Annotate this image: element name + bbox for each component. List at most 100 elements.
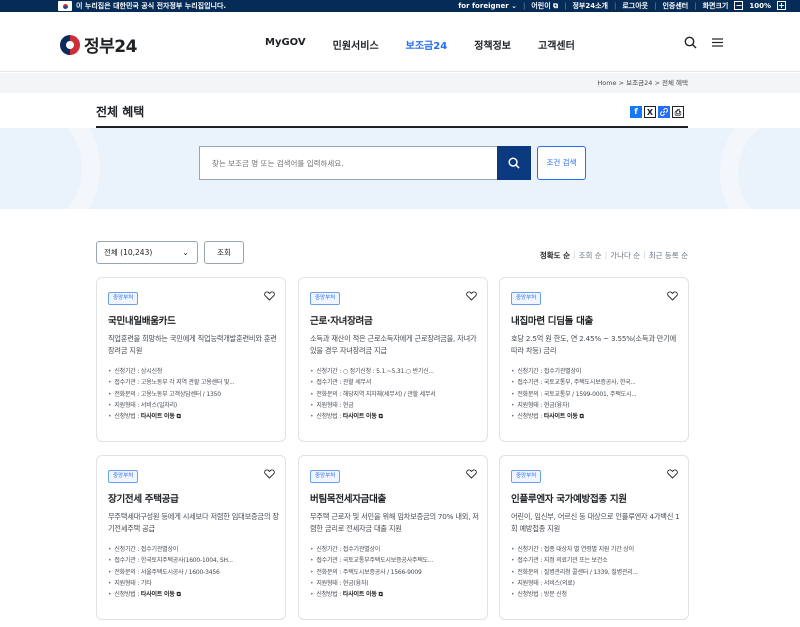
sort-views[interactable]: 조회 순 [579,250,602,261]
breadcrumb-home[interactable]: Home [597,79,616,87]
filter-submit-button[interactable]: 조회 [204,241,244,264]
info-value: 접수기관별상이 [543,368,582,375]
kids-link[interactable]: 어린이 ⧉ [531,0,558,12]
gov-notice-text: 이 누리집은 대한민국 공식 전자정부 누리집입니다. [76,2,227,10]
nav-civil-service[interactable]: 민원서비스 [333,37,379,52]
info-label: 신청방법 [114,413,136,421]
info-label: 지원형태 [517,579,539,587]
info-value: 현금(융자) [342,579,369,587]
benefit-card[interactable]: 중앙부처 인플루엔자 국가예방접종 지원 어린이, 임신부, 어르신 등 대상으로 … [499,455,689,620]
benefit-info-item: 신청방법 : 타사이트 이동 ⧉ [511,411,683,422]
external-site-link[interactable]: 타사이트 이동 ⧉ [141,413,181,420]
benefit-info-item: 신청기간 : 접수기관별상이 [511,366,683,377]
info-label: 신청방법 [517,591,539,599]
info-label: 지원형태 [114,579,136,587]
info-label: 전화문의 [517,568,539,576]
heart-icon[interactable] [667,290,678,304]
nav-subsidy24[interactable]: 보조금24 [406,37,448,52]
cert-center-link[interactable]: 인증센터 [662,0,688,12]
link-copy-icon[interactable] [658,106,670,118]
benefit-info-item: 신청기간 : ○ 정기신청 : 5.1.~5.31.○ 반기신... [310,366,482,377]
heart-icon[interactable] [466,468,477,482]
info-value: 현금(융자) [543,401,570,409]
breadcrumb-subsidy24[interactable]: 보조금24 [626,79,652,87]
search-box [199,146,531,180]
facebook-share-icon[interactable]: f [630,106,642,118]
sort-alphabetical[interactable]: 가나다 순 [610,250,640,261]
info-label: 신청방법 [316,413,338,421]
logout-link[interactable]: 로그아웃 [622,0,648,12]
heart-icon[interactable] [466,290,477,304]
search-button[interactable] [497,146,531,180]
benefit-card[interactable]: 중앙부처 내집마련 디딤돌 대출 호당 2.5억 원 한도, 연 2.45% ~ 3… [499,277,689,442]
info-label: 신청기간 [114,368,136,375]
external-site-link[interactable]: 타사이트 이동 ⧉ [343,591,383,598]
agency-badge: 중앙부처 [108,470,139,483]
nav-policy-info[interactable]: 정책정보 [474,37,511,52]
divider: | [604,250,608,259]
page-title-row: 전체 혜택 f X ⎙ [96,100,688,128]
category-select[interactable]: 전체 (10,243) ⌄ [96,241,198,264]
info-value: 고용노동부 각 지역 관할 고용센터 및... [140,379,235,387]
benefit-info-item: 전화문의 : 국토교통부 / 1599-0001, 주택도시... [511,389,683,400]
search-input[interactable] [200,147,496,179]
print-icon[interactable]: ⎙ [672,106,684,118]
benefit-info-item: 지원형태 : 현금(융자) [310,578,482,589]
benefit-card[interactable]: 중앙부처 근로·자녀장려금 소득과 재산이 적은 근로소득자에게 근로장려금을, 자… [298,277,488,442]
info-label: 접수기관 [316,379,338,387]
benefit-info-item: 지원형태 : 현금 [310,400,482,411]
external-site-link[interactable]: 타사이트 이동 ⧉ [343,413,383,420]
x-share-icon[interactable]: X [644,106,656,118]
about-link[interactable]: 정부24소개 [572,0,608,12]
benefit-info-list: 신청기간 : 접수기관별상이접수기관 : 국토교통부, 주택도시보증공사, 한국… [511,366,683,422]
info-value: 현금 [342,401,354,409]
heart-icon[interactable] [667,468,678,482]
zoom-in-button[interactable]: + [777,1,786,10]
benefit-info-item: 지원형태 : 서비스(의료) [511,578,683,589]
benefit-title[interactable]: 국민내일배움카드 [108,313,176,327]
heart-icon[interactable] [264,290,275,304]
chevron-down-icon: ⌄ [511,2,517,10]
background-decoration [0,128,100,209]
info-label: 전화문의 [114,568,136,576]
benefit-title[interactable]: 근로·자녀장려금 [310,313,373,327]
menu-icon[interactable] [711,36,724,49]
benefit-card[interactable]: 중앙부처장기전세 주택공급무주택세대구성원 등에게 시세보다 저렴한 임대보증금… [96,455,286,620]
benefit-description: 호당 2.5억 원 한도, 연 2.45% ~ 3.55%(소득과 만기에 따라… [511,334,677,355]
advanced-search-button[interactable]: 조건 검색 [537,146,586,180]
benefit-info-item: 접수기관 : 관할 세무서 [310,377,482,388]
info-value: 서비스(일자리) [140,401,178,409]
benefit-title[interactable]: 인플루엔자 국가예방접종 지원 [511,491,627,505]
nav-customer-center[interactable]: 고객센터 [538,37,575,52]
benefit-info-item: 지원형태 : 기타 [108,578,280,589]
info-value: 고용노동부 고객상담센터 / 1350 [140,390,221,398]
for-foreigner-link[interactable]: for foreigner ⌄ [458,0,517,12]
search-icon [508,157,520,169]
benefit-description: 무주택세대구성원 등에게 시세보다 저렴한 임대보증금의 장기전세주택 공급 [108,512,279,533]
info-label: 신청기간 [316,368,338,375]
breadcrumb-separator: > [654,79,660,87]
info-value: 접수기관별상이 [140,546,179,553]
search-icon[interactable] [684,36,697,49]
heart-icon[interactable] [264,468,275,482]
benefit-card[interactable]: 중앙부처 국민내일배움카드 직업훈련을 희망하는 국민에게 직업능력개발훈련비와 훈… [96,277,286,442]
benefit-info-item: 접수기관 : 고용노동부 각 지역 관할 고용센터 및... [108,377,280,388]
external-site-link[interactable]: 타사이트 이동 ⧉ [141,591,181,598]
nav-mygov[interactable]: MyGOV [265,37,306,52]
sort-accuracy[interactable]: 정확도 순 [540,250,570,261]
gov-emblem-icon [60,34,80,55]
share-buttons: f X ⎙ [630,106,684,118]
breadcrumb-current: 전체 혜택 [662,79,688,87]
zoom-out-button[interactable]: − [734,1,744,10]
benefit-card[interactable]: 중앙부처 버팀목전세자금대출 무주택 근로자 및 서민을 위해 임차보증금의 70%… [298,455,488,620]
benefit-title[interactable]: 내집마련 디딤돌 대출 [511,313,593,327]
benefit-title[interactable]: 장기전세 주택공급 [108,491,179,505]
benefit-info-item: 접수기관 : 한국토지주택공사(1600-1004, SH... [108,555,280,566]
benefit-info-item: 신청기간 : 접종 대상자 별 연령별 지원 기간 상이 [511,544,683,555]
benefit-info-item: 전화문의 : 서울주택도시공사 / 1600-3456 [108,567,280,578]
sort-recent[interactable]: 최근 등록 순 [649,250,688,261]
benefit-title[interactable]: 버팀목전세자금대출 [310,491,386,505]
site-logo[interactable]: 정부24 [60,32,137,57]
external-site-link[interactable]: 타사이트 이동 ⧉ [544,413,584,420]
info-label: 전화문의 [316,568,338,576]
